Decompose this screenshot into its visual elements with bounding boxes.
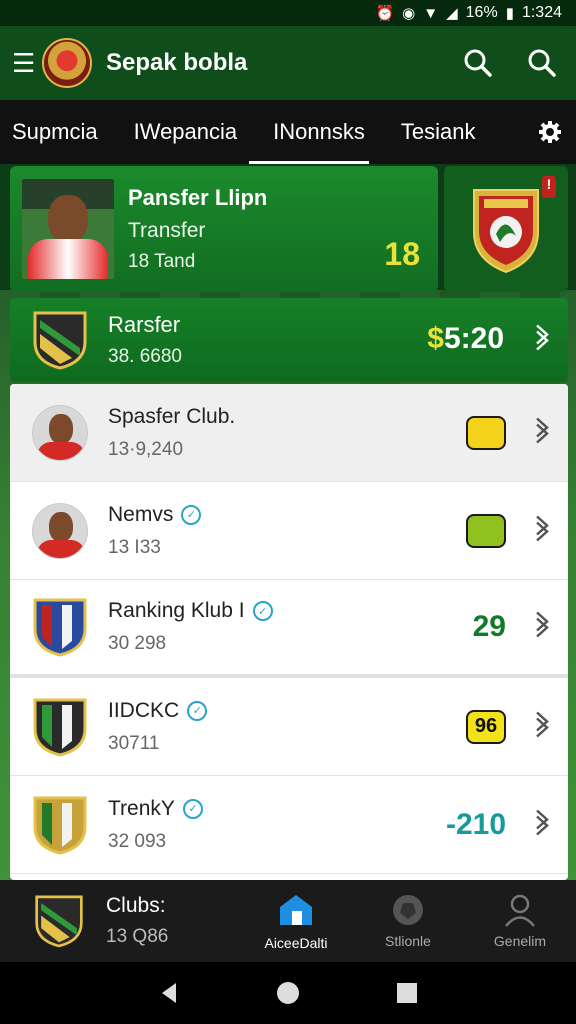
more-vertical-icon[interactable] <box>534 415 550 450</box>
player-photo <box>22 179 114 279</box>
system-navigation <box>0 962 576 1024</box>
back-icon[interactable] <box>158 981 180 1005</box>
wifi-icon: ▼ <box>423 4 439 22</box>
nav-stats-label: Stlionle <box>385 933 431 949</box>
bottom-club-summary[interactable]: Clubs: 13 Q86 <box>0 892 240 950</box>
nav-profile[interactable]: Genelim <box>464 893 576 949</box>
profile-icon <box>505 894 535 927</box>
currency-symbol: $ <box>427 322 444 355</box>
search-alt-icon[interactable] <box>520 41 564 85</box>
verified-icon: ✓ <box>182 798 203 819</box>
nav-profile-label: Genelim <box>493 933 547 949</box>
list-item[interactable]: Nemvs ✓ 13 I33 <box>10 482 568 580</box>
club-crest-icon <box>35 895 83 948</box>
battery-text: 16% <box>465 4 498 21</box>
list-item[interactable]: TrenkY ✓ 32 093 -210 <box>10 776 568 874</box>
verified-icon: ✓ <box>187 700 208 721</box>
chip-text: 96 <box>474 715 498 737</box>
bottom-club-title: Clubs: <box>106 894 166 917</box>
app-logo <box>42 38 92 88</box>
bottom-navigation: Clubs: 13 Q86 AiceeDalti Stlionle Geneli… <box>0 880 576 962</box>
club-list: Spasfer Club. 13·9,240 Nemvs ✓ 13 I33 Ranking… <box>10 384 568 880</box>
list-item[interactable]: Ranking Klub I ✓ 30 298 29 <box>10 580 568 678</box>
status-chip <box>466 415 506 450</box>
player-avatar <box>32 404 88 461</box>
menu-icon[interactable]: ☰ <box>12 48 38 79</box>
row-title: TrenkY <box>108 796 175 820</box>
row-right: 96 <box>466 709 506 744</box>
row-title: Spasfer Club. <box>108 404 236 428</box>
gear-icon[interactable] <box>538 120 562 149</box>
row-title: IIDCKC <box>108 698 180 722</box>
alert-badge-icon: ! <box>542 176 556 198</box>
home-icon <box>280 895 312 925</box>
row-title: Ranking Klub I <box>108 599 245 622</box>
club-crest-icon <box>33 796 87 855</box>
banner-value: $5:20 <box>427 322 504 356</box>
verified-icon: ✓ <box>252 601 273 621</box>
more-vertical-icon[interactable] <box>534 709 550 744</box>
tab-tesiank[interactable]: Tesiank <box>401 100 476 164</box>
featured-value: 18 <box>384 236 420 272</box>
clock-text: 1:324 <box>521 4 562 21</box>
tab-bar: Supmcia IWepancia INonnsks Tesiank <box>0 100 576 164</box>
list-item[interactable]: Spasfer Club. 13·9,240 <box>10 384 568 482</box>
verified-icon: ✓ <box>181 504 202 525</box>
banner-title: Rarsfer <box>108 312 181 337</box>
club-crest-icon <box>473 189 539 274</box>
club-banner-row[interactable]: Rarsfer 38. 6680 $5:20 <box>10 298 568 382</box>
row-value: -210 <box>445 807 506 841</box>
status-bar: ⏰ ◉ ▼ ◢ 16% ▮ 1:324 <box>0 0 576 26</box>
bottom-club-sub: 13 Q86 <box>106 926 169 947</box>
player-avatar <box>32 502 88 559</box>
club-crest-icon <box>33 598 87 657</box>
row-title: Nemvs <box>108 502 174 526</box>
tab-nonnsks[interactable]: INonnsks <box>249 100 369 164</box>
signal-icon: ◢ <box>446 5 458 22</box>
home-circle-icon[interactable] <box>275 980 301 1006</box>
more-vertical-icon[interactable] <box>534 610 550 645</box>
more-vertical-icon[interactable] <box>534 807 550 842</box>
nav-home-label: AiceeDalti <box>264 935 328 951</box>
list-item[interactable]: IIDCKC ✓ 30711 96 <box>10 678 568 776</box>
status-chip: 96 <box>466 709 506 744</box>
tab-wepancia[interactable]: IWepancia <box>134 100 238 164</box>
more-vertical-icon[interactable] <box>534 323 550 358</box>
more-vertical-icon[interactable] <box>534 513 550 548</box>
club-crest-icon <box>33 698 87 757</box>
club-crest-card[interactable]: ! <box>444 166 568 292</box>
row-right: 29 <box>473 610 506 644</box>
sync-icon: ◉ <box>402 5 416 22</box>
featured-title: Pansfer Llipn <box>128 185 268 210</box>
row-right <box>466 415 506 450</box>
row-right <box>466 513 506 548</box>
nav-stats[interactable]: Stlionle <box>352 893 464 949</box>
tab-supmcia[interactable]: Supmcia <box>12 100 98 164</box>
app-title: Sepak bobla <box>106 49 248 76</box>
search-icon[interactable] <box>456 41 500 85</box>
banner-value-number: 5:20 <box>443 322 504 355</box>
alarm-icon: ⏰ <box>375 5 395 22</box>
status-chip <box>466 513 506 548</box>
row-value: 29 <box>472 610 506 643</box>
featured-transfer-card[interactable]: Pansfer Llipn Transfer 18 Tand 18 <box>10 166 438 292</box>
club-crest-icon <box>33 311 87 370</box>
banner-subtitle: 38. 6680 <box>108 346 182 367</box>
recents-icon[interactable] <box>396 982 418 1004</box>
row-right: -210 <box>446 808 506 842</box>
ball-icon <box>393 895 423 925</box>
battery-icon: ▮ <box>505 5 514 22</box>
nav-home[interactable]: AiceeDalti <box>240 891 352 951</box>
app-bar: ☰ Sepak bobla <box>0 26 576 100</box>
